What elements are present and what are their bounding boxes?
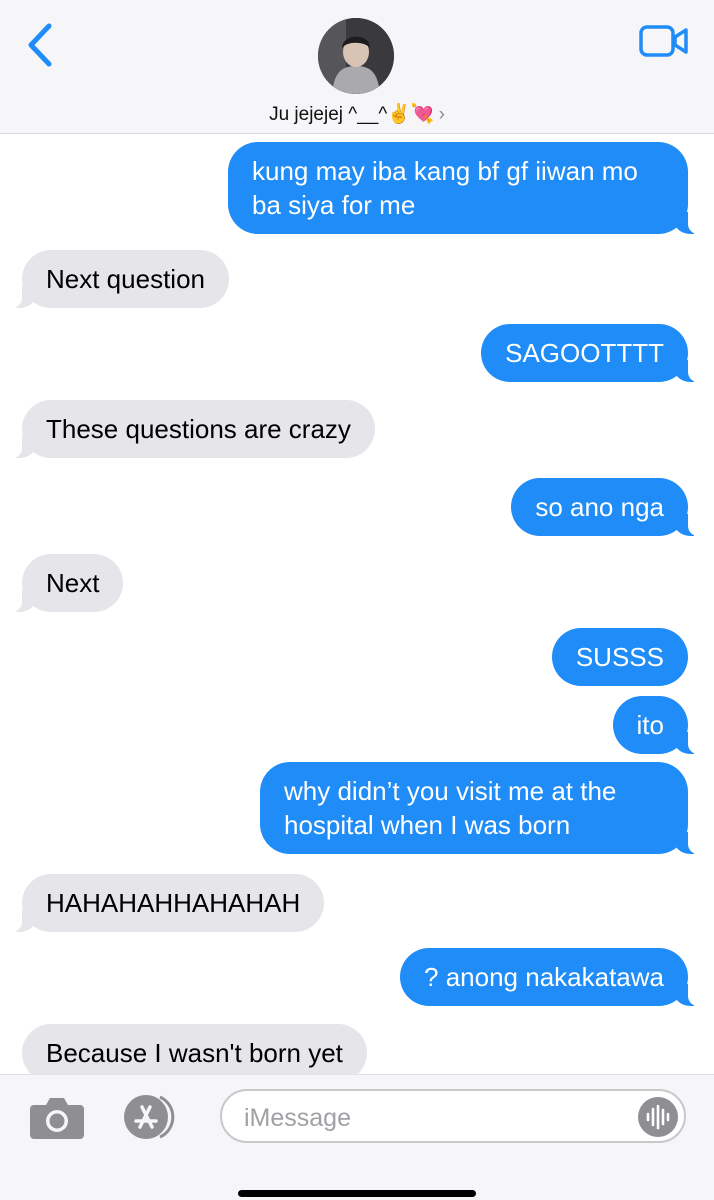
camera-button[interactable]: [28, 1093, 86, 1143]
audio-message-button[interactable]: [638, 1097, 678, 1137]
app-store-button[interactable]: [120, 1091, 184, 1143]
imessage-input-wrapper: [220, 1089, 686, 1143]
message-list[interactable]: kung may iba kang bf gf iiwan mo ba siya…: [0, 134, 714, 1074]
message-bubble-outgoing[interactable]: why didn’t you visit me at the hospital …: [260, 762, 700, 854]
chevron-left-icon: [28, 23, 52, 67]
contact-photo: [318, 18, 394, 94]
chevron-right-icon: ›: [438, 104, 445, 125]
message-bubble-incoming[interactable]: Next: [9, 554, 124, 612]
audio-waveform-icon: [646, 1104, 670, 1130]
imessage-input[interactable]: [242, 1099, 626, 1137]
facetime-video-button[interactable]: [638, 24, 690, 58]
message-composer: [0, 1074, 714, 1200]
message-bubble-outgoing[interactable]: so ano nga: [511, 478, 700, 536]
message-bubble-incoming[interactable]: Next question: [10, 250, 229, 308]
message-bubble-outgoing[interactable]: SUSSS: [551, 628, 688, 686]
video-camera-icon: [639, 25, 688, 57]
camera-icon: [30, 1098, 84, 1139]
message-bubble-incoming[interactable]: These questions are crazy: [10, 400, 375, 458]
contact-name-button[interactable]: Ju jejejej ^__^✌️💘 ›: [0, 102, 714, 126]
message-bubble-outgoing[interactable]: kung may iba kang bf gf iiwan mo ba siya…: [228, 142, 700, 234]
message-bubble-outgoing[interactable]: ito: [612, 696, 701, 754]
avatar[interactable]: [318, 18, 394, 94]
message-bubble-incoming[interactable]: HAHAHAHHAHAHAH: [9, 874, 325, 932]
home-indicator[interactable]: [238, 1190, 476, 1197]
contact-name: Ju jejejej ^__^✌️💘: [269, 104, 435, 125]
conversation-header: Ju jejejej ^__^✌️💘 ›: [0, 0, 714, 134]
message-bubble-incoming[interactable]: Because I wasn't born yet: [22, 1024, 367, 1074]
message-bubble-outgoing[interactable]: SAGOOTTTT: [481, 324, 700, 382]
message-bubble-outgoing[interactable]: ? anong nakakatawa: [400, 948, 700, 1006]
app-store-icon: [124, 1095, 175, 1139]
back-button[interactable]: [22, 22, 62, 68]
